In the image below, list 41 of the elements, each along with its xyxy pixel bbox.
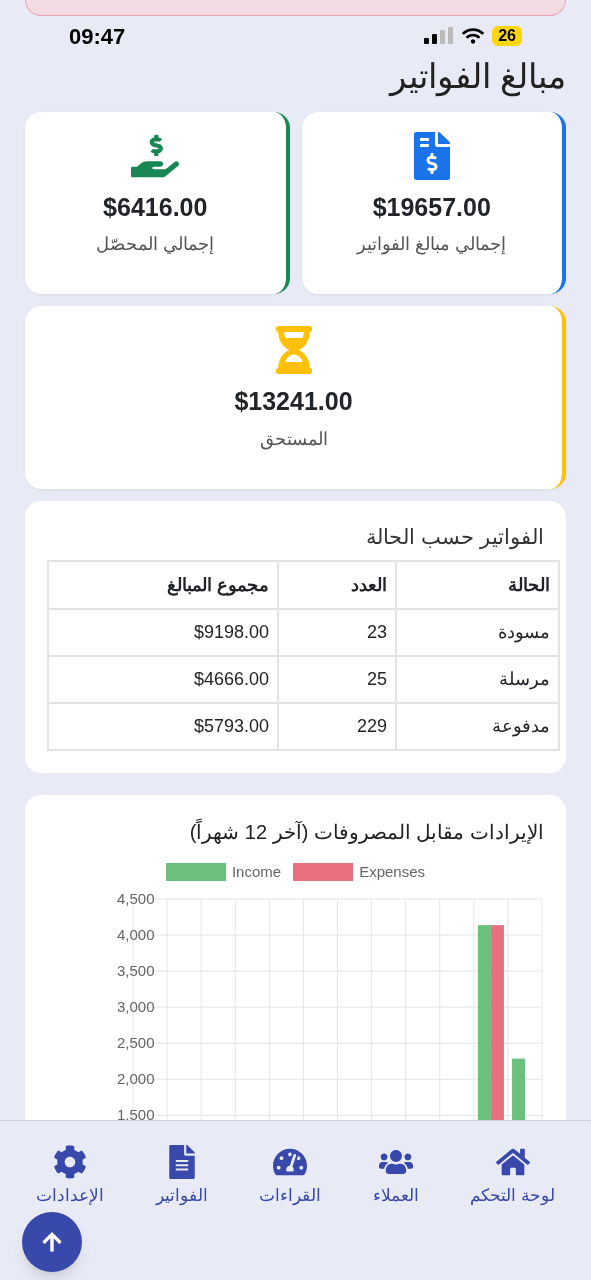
card-amount: $6416.00 [103,192,208,223]
axis-tick-label: 2,000 [117,1070,155,1088]
legend-label: Income [231,861,282,882]
axis-tick-label: 1,500 [117,1106,155,1124]
nav-item[interactable]: لوحة التحكم [470,1145,556,1209]
table-title: الفواتير حسب الحالة [365,523,545,552]
table-cell: $4666.00 [48,656,278,703]
card-amount: $13241.00 [234,386,353,418]
status-time: 09:47 [69,22,126,51]
page-title: مبالغ الفواتير [387,56,566,96]
arrow-up-icon [41,1231,63,1253]
axis-tick-label: 4,500 [117,890,155,907]
table-cell: 229 [278,703,396,750]
table-header: العدد [278,561,396,609]
chart-title: الإيرادات مقابل المصروفات (آخر 12 شهراً) [25,817,566,847]
battery-level: 26 [492,26,522,46]
table-cell: 23 [278,609,396,656]
nav-item[interactable]: العملاء [372,1145,419,1209]
axis-tick-label: 3,000 [117,998,155,1016]
nav-item[interactable]: الإعدادات [35,1145,104,1209]
signal-icon [424,27,455,45]
table-cell: مرسلة [396,656,559,703]
card-label: المستحق [259,427,328,452]
axis-tick-label: 2,500 [117,1034,155,1052]
nav-item[interactable]: القراءات [259,1145,322,1209]
table-cell: $9198.00 [48,609,278,656]
hand-dollar-icon [131,132,180,180]
table-header: الحالة [396,561,559,609]
card-label: إجمالي مبالغ الفواتير [357,233,507,257]
table-cell: 25 [278,656,396,703]
axis-tick-label: 4,000 [117,926,155,944]
legend-label: Expenses [359,861,426,882]
table-header: مجموع المبالغ [48,561,278,609]
table-cell: مسودة [396,609,559,656]
axis-tick-label: 3,500 [117,962,155,980]
nav-item[interactable]: الفواتير [155,1145,208,1209]
table-cell: $5793.00 [48,703,278,750]
card-amount: $19657.00 [372,192,491,223]
settings-icon [52,1145,87,1179]
card-label: إجمالي المحصّل [96,233,215,257]
table-cell: مدفوعة [396,703,559,750]
